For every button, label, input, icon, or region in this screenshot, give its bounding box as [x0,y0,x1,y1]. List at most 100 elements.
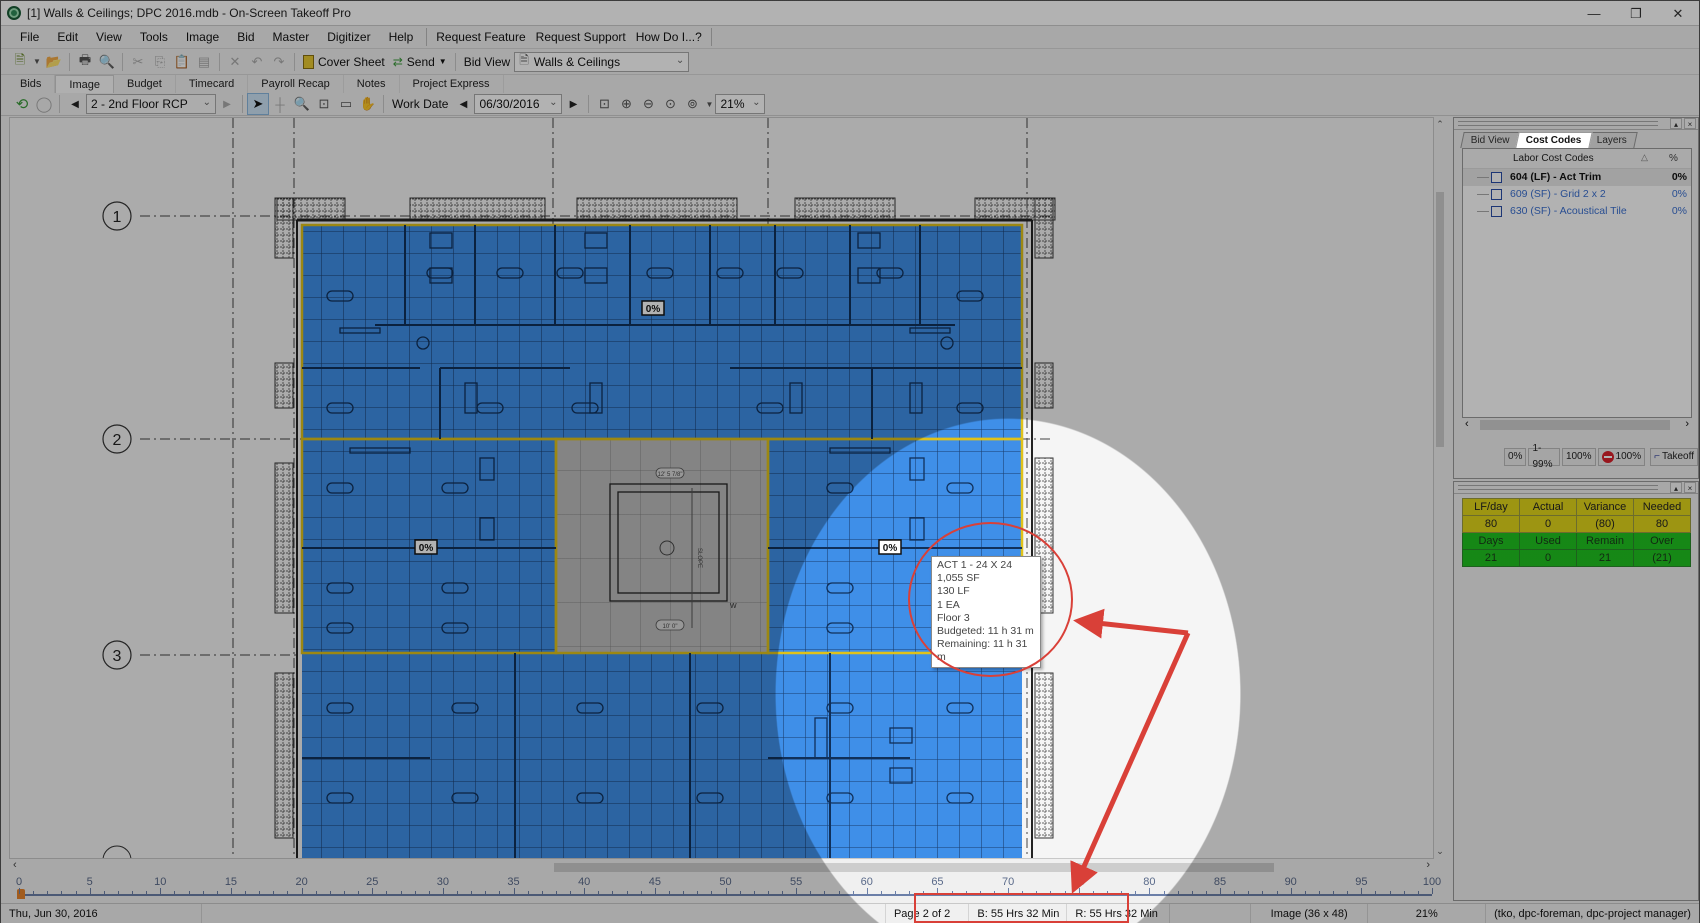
tab-timecard[interactable]: Timecard [176,75,249,93]
work-date-picker[interactable]: 06/30/2016 ⌄ [474,94,563,114]
horizontal-scroll-thumb[interactable] [554,863,1274,872]
tab-cost-codes[interactable]: Cost Codes [1515,132,1592,148]
menu-help[interactable]: Help [380,26,423,49]
toolbar-separator [219,52,220,71]
tab-payroll-recap[interactable]: Payroll Recap [248,75,344,93]
menu-request-feature[interactable]: Request Feature [431,26,530,49]
cost-code-row[interactable]: 609 (SF) - Grid 2 x 2 0% [1463,186,1691,203]
panel-close-button[interactable]: × [1684,482,1696,493]
header-percent[interactable]: % [1669,153,1678,164]
next-page-button[interactable]: ▶ [216,93,238,115]
scroll-up-icon[interactable]: ⌃ [1434,119,1446,130]
panel-close-button[interactable]: × [1684,118,1696,129]
menu-view[interactable]: View [87,26,131,49]
timeline-tick [245,891,247,894]
cover-sheet-button[interactable]: Cover Sheet [299,54,389,69]
zoom-rectangle-icon[interactable]: ▭ [335,93,357,115]
cost-code-row[interactable]: 604 (LF) - Act Trim 0% [1463,169,1691,186]
cost-code-checkbox[interactable] [1491,206,1502,217]
tab-layers[interactable]: Layers [1586,132,1639,148]
filter-0-button[interactable]: 0% [1504,448,1527,466]
zoom-tool-icon[interactable]: 🔍 [291,93,313,115]
previous-date-button[interactable]: ◀ [452,93,474,115]
zoom-in-icon[interactable]: ⊕ [615,93,637,115]
tab-budget[interactable]: Budget [114,75,176,93]
panel-pin-button[interactable]: ▴ [1670,482,1682,493]
menu-tools[interactable]: Tools [131,26,177,49]
refresh-icon[interactable]: ⟲ [11,93,33,115]
cost-codes-scrollbar[interactable]: ‹ › [1462,418,1692,432]
cost-code-row[interactable]: 630 (SF) - Acoustical Tile 0% [1463,203,1691,220]
vertical-scroll-thumb[interactable] [1436,192,1444,447]
pan-hand-icon[interactable]: ✋ [357,93,379,115]
vertical-scrollbar[interactable]: ⌃ ⌄ [1434,117,1446,859]
scroll-left-icon[interactable]: ‹ [13,859,17,871]
panel-grip[interactable] [1458,485,1658,490]
takeoff-button[interactable]: ⌐ Takeoff [1650,448,1698,466]
undo-icon[interactable]: ↶ [246,51,268,73]
delete-icon[interactable]: ✕ [224,51,246,73]
sort-ascending-icon[interactable]: △ [1641,152,1648,163]
menu-image[interactable]: Image [177,26,228,49]
zoom-extents-icon[interactable]: ⊚ [681,93,703,115]
minimize-button[interactable]: — [1573,1,1615,26]
menu-request-support[interactable]: Request Support [531,26,631,49]
send-button[interactable]: ⇄ Send ▼ [389,55,451,69]
print-icon[interactable]: 🖶 [74,51,96,73]
stop-icon[interactable]: ◯ [33,93,55,115]
next-date-button[interactable]: ▶ [562,93,584,115]
tab-image[interactable]: Image [55,75,114,93]
tab-project-express[interactable]: Project Express [400,75,504,93]
filter-over-100-button[interactable]: 100% [1597,448,1646,466]
menu-edit[interactable]: Edit [48,26,87,49]
select-pointer-icon[interactable]: ➤ [247,93,269,115]
cut-icon[interactable]: ✂ [127,51,149,73]
zoom-fit-icon[interactable]: ⊡ [593,93,615,115]
menu-master[interactable]: Master [264,26,319,49]
scroll-left-icon[interactable]: ‹ [1465,418,1469,430]
stat-actual: 0 [1519,515,1577,533]
restore-button[interactable]: ❐ [1615,1,1657,26]
print-preview-icon[interactable]: 🔍 [96,51,118,73]
scroll-right-icon[interactable]: › [1426,859,1430,871]
tab-notes[interactable]: Notes [344,75,400,93]
zoom-out-icon[interactable]: ⊖ [637,93,659,115]
redo-icon[interactable]: ↷ [268,51,290,73]
crosshair-icon[interactable]: ┼ [269,93,291,115]
cost-code-checkbox[interactable] [1491,172,1502,183]
timeline-label: 40 [578,876,591,888]
zoom-level-select[interactable]: 21% ⌄ [715,94,766,114]
tab-bid-view[interactable]: Bid View [1460,132,1521,148]
panel-grip[interactable] [1458,121,1658,126]
bid-view-select[interactable]: 🗎 Walls & Ceilings ⌄ [514,51,690,72]
menu-bid[interactable]: Bid [228,26,263,49]
paste-special-icon[interactable]: ▤ [193,51,215,73]
menu-file[interactable]: File [11,26,48,49]
header-labor-cost-codes[interactable]: Labor Cost Codes [1513,153,1594,164]
zoom-previous-icon[interactable]: ⊙ [659,93,681,115]
progress-timeline[interactable]: 0 5 10 15 20 25 30 35 40 45 50 55 60 65 70 75 80 85 90 95 10… [9,875,1444,903]
open-folder-icon[interactable]: 📂 [43,51,65,73]
zoom-dropdown-icon[interactable]: ▼ [703,93,715,115]
cost-codes-scroll-thumb[interactable] [1480,420,1670,430]
scroll-right-icon[interactable]: › [1685,418,1689,430]
filter-1-99-button[interactable]: 1-99% [1528,443,1560,470]
new-bid-icon[interactable]: 🗎 [9,51,31,73]
menu-how-do-i[interactable]: How Do I...? [631,26,707,49]
previous-page-button[interactable]: ◀ [64,93,86,115]
filter-100-button[interactable]: 100% [1561,448,1596,466]
copy-icon[interactable]: ⎘ [149,51,171,73]
page-select[interactable]: 2 - 2nd Floor RCP ⌄ [86,94,216,114]
cost-code-checkbox[interactable] [1491,189,1502,200]
tab-bids[interactable]: Bids [7,75,56,93]
new-dropdown-icon[interactable]: ▼ [31,51,43,73]
horizontal-scrollbar[interactable]: ‹ › [9,859,1434,875]
panel-pin-button[interactable]: ▴ [1670,118,1682,129]
zoom-window-icon[interactable]: ⊡ [313,93,335,115]
paste-icon[interactable]: 📋 [171,51,193,73]
drawing-canvas[interactable]: 1 2 3 12' 5 7/8" 10' 0" SLOPE W 0% 0% 0% [9,117,1434,859]
close-button[interactable]: ✕ [1657,1,1699,26]
stat-header-actual: Actual [1519,498,1577,516]
menu-digitizer[interactable]: Digitizer [318,26,379,49]
scroll-down-icon[interactable]: ⌄ [1434,846,1446,857]
